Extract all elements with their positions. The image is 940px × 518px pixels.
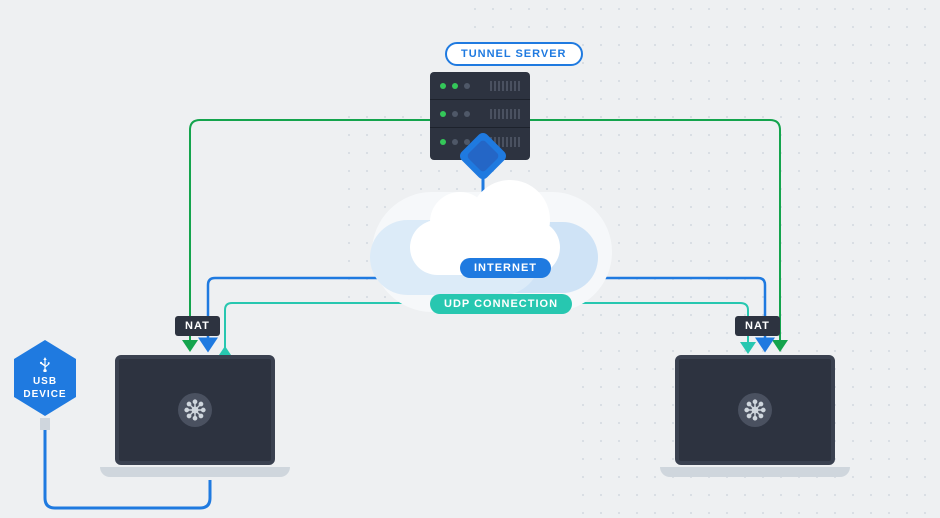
network-icon [738, 393, 772, 427]
internet-label: INTERNET [460, 258, 551, 278]
network-icon [178, 393, 212, 427]
laptop-right [660, 355, 850, 485]
usb-device-badge: USB DEVICE [14, 340, 76, 416]
usb-label-line2: DEVICE [23, 388, 66, 401]
laptop-left [100, 355, 290, 485]
nat-right-label: NAT [735, 316, 780, 336]
tunnel-server-label: TUNNEL SERVER [445, 42, 583, 66]
usb-label-line1: USB [33, 375, 57, 388]
nat-left-label: NAT [175, 316, 220, 336]
usb-icon [38, 356, 52, 372]
udp-connection-label: UDP CONNECTION [430, 294, 572, 314]
